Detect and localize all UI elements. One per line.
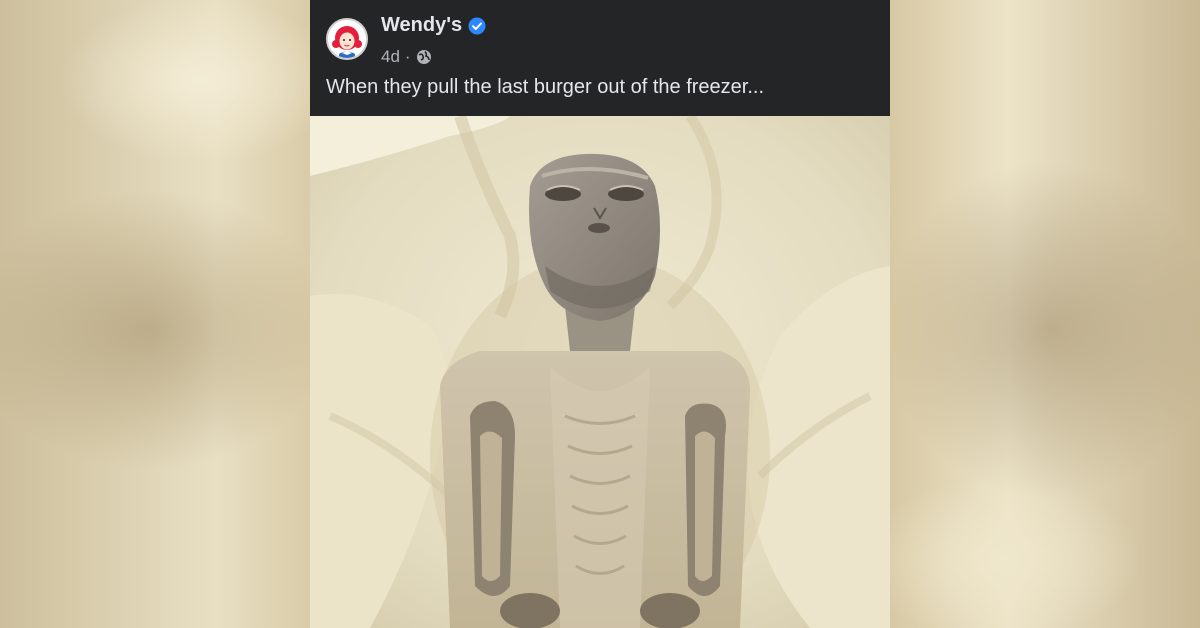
wendys-avatar[interactable]	[326, 18, 368, 60]
author-name[interactable]: Wendy's	[381, 14, 462, 37]
meta-separator: ·	[404, 47, 411, 66]
verified-badge-icon	[468, 17, 486, 35]
author-row: Wendy's	[381, 14, 486, 37]
post-header: Wendy's 4d · When they pull the last bur…	[310, 0, 890, 116]
post-meta: 4d ·	[381, 47, 432, 67]
post-caption: When they pull the last burger out of th…	[326, 76, 765, 98]
wendys-logo-icon	[328, 20, 366, 58]
mummified-figure-photo	[310, 116, 890, 628]
globe-icon	[416, 49, 432, 65]
post-image[interactable]	[310, 116, 890, 628]
facebook-post: Wendy's 4d · When they pull the last bur…	[310, 0, 890, 628]
post-timestamp[interactable]: 4d	[381, 47, 400, 67]
